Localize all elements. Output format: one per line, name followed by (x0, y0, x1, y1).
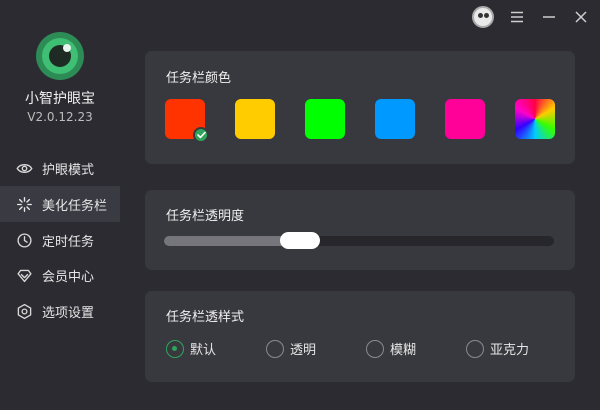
sidebar-item-label: 选项设置 (42, 305, 95, 321)
style-option-label: 透明 (290, 343, 317, 358)
style-option-label: 默认 (190, 343, 217, 358)
taskbar-color-title: 任务栏颜色 (166, 71, 232, 86)
taskbar-style-card: 任务栏透样式 默认 透明 模糊 亚克力 (145, 291, 575, 382)
app-logo-icon (36, 32, 84, 80)
color-swatch-green[interactable] (305, 99, 345, 139)
close-icon[interactable] (572, 8, 590, 26)
taskbar-style-title: 任务栏透样式 (166, 310, 245, 325)
main-panel: 任务栏颜色 任务栏透明度 任务栏透样式 默认 透明 模糊 亚克力 (120, 0, 600, 410)
style-option-blur[interactable]: 模糊 (366, 339, 416, 358)
opacity-slider-track[interactable] (164, 232, 554, 249)
style-option-acrylic[interactable]: 亚克力 (466, 339, 529, 358)
color-swatch-pink[interactable] (445, 99, 485, 139)
sidebar-item-label: 定时任务 (42, 234, 95, 250)
sidebar-item-eye-mode[interactable]: 护眼模式 (0, 150, 120, 186)
selected-check-icon (193, 127, 209, 143)
color-swatch-yellow[interactable] (235, 99, 275, 139)
style-option-default[interactable]: 默认 (166, 339, 216, 358)
color-swatch-rainbow[interactable] (515, 99, 555, 139)
sidebar-item-member-center[interactable]: 会员中心 (0, 257, 120, 293)
eye-icon (15, 159, 33, 177)
app-version: V2.0.12.23 (27, 110, 93, 124)
sidebar-item-options-settings[interactable]: 选项设置 (0, 293, 120, 329)
taskbar-color-card: 任务栏颜色 (145, 51, 575, 164)
taskbar-opacity-card: 任务栏透明度 (145, 190, 575, 270)
minimize-icon[interactable] (540, 8, 558, 26)
titlebar (472, 6, 590, 28)
sidebar: 小智护眼宝 V2.0.12.23 护眼模式 美化任务栏 定时任务 会员中心 选项… (0, 0, 120, 410)
sidebar-item-beautify-taskbar[interactable]: 美化任务栏 (0, 186, 120, 222)
color-swatch-blue[interactable] (375, 99, 415, 139)
app-name: 小智护眼宝 (25, 91, 95, 107)
user-avatar[interactable] (472, 6, 494, 28)
radio-circle (466, 339, 484, 358)
style-option-label: 模糊 (390, 343, 417, 358)
style-option-label: 亚克力 (490, 343, 530, 358)
radio-circle (366, 339, 384, 358)
clock-icon (15, 231, 33, 249)
sidebar-item-label: 护眼模式 (42, 162, 95, 178)
sidebar-item-label: 会员中心 (42, 269, 95, 285)
menu-icon[interactable] (508, 8, 526, 26)
style-option-transparent[interactable]: 透明 (266, 339, 316, 358)
sidebar-item-label: 美化任务栏 (42, 198, 108, 214)
hexagon-settings-icon (15, 302, 33, 320)
diamond-icon (15, 266, 33, 284)
radio-circle (166, 339, 184, 358)
sidebar-item-scheduled-tasks[interactable]: 定时任务 (0, 222, 120, 258)
taskbar-opacity-title: 任务栏透明度 (166, 209, 245, 224)
opacity-slider-thumb[interactable] (280, 232, 320, 249)
radio-circle (266, 339, 284, 358)
sparkle-icon (15, 195, 33, 213)
